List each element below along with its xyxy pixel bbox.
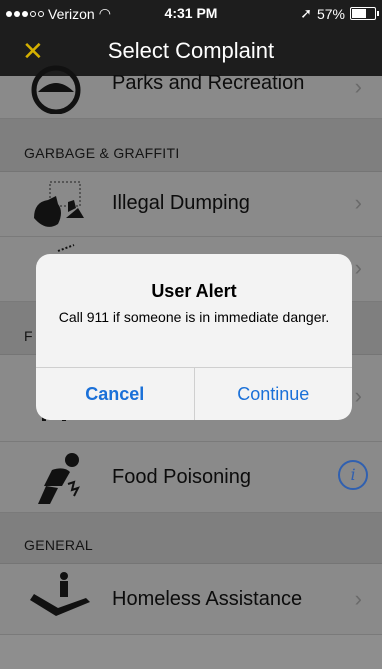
chevron-right-icon: › — [354, 255, 362, 280]
status-right: ➚ 57% — [300, 5, 379, 22]
list-item-homeless[interactable]: Homeless Assistance › — [0, 564, 382, 635]
list-item-label: Homeless Assistance — [112, 588, 303, 610]
chevron-right-icon: › — [354, 74, 362, 99]
location-icon: ➚ — [300, 5, 312, 21]
dumping-icon — [34, 181, 84, 227]
list-item-label: Illegal Dumping — [112, 192, 250, 214]
section-header-garbage: GARBAGE & GRAFFITI — [0, 119, 382, 172]
alert-buttons: Cancel Continue — [36, 367, 352, 420]
cancel-button[interactable]: Cancel — [36, 368, 195, 420]
chevron-right-icon: › — [354, 586, 362, 611]
alert-message: Call 911 if someone is in immediate dang… — [58, 309, 330, 325]
section-label: GARBAGE & GRAFFITI — [24, 145, 180, 161]
status-bar: Verizon ◠ 4:31 PM ➚ 57% — [0, 0, 382, 26]
info-icon[interactable]: i — [338, 460, 368, 490]
list-item-label: Food Poisoning — [112, 466, 251, 488]
battery-percent: 57% — [316, 5, 345, 22]
chevron-right-icon: › — [354, 190, 362, 215]
user-alert-dialog: User Alert Call 911 if someone is in imm… — [36, 254, 352, 420]
page-title: Select Complaint — [107, 38, 275, 63]
section-header-general: GENERAL — [0, 513, 382, 564]
section-label: GENERAL — [24, 537, 94, 553]
continue-button[interactable]: Continue — [195, 368, 353, 420]
chevron-right-icon: › — [354, 383, 362, 408]
food-poisoning-icon — [38, 453, 80, 504]
list-item-label: Parks and Recreation — [112, 72, 305, 94]
alert-title: User Alert — [151, 281, 237, 301]
battery-icon — [350, 7, 379, 20]
homeless-assistance-icon — [30, 572, 90, 616]
list-item-illegal-dumping[interactable]: Illegal Dumping › — [0, 172, 382, 237]
list-item-food-poisoning[interactable]: Food Poisoning i — [0, 442, 382, 513]
section-label: F — [24, 328, 33, 344]
list-item-parks[interactable]: Parks and Recreation › — [0, 65, 382, 119]
parks-icon — [31, 65, 81, 114]
